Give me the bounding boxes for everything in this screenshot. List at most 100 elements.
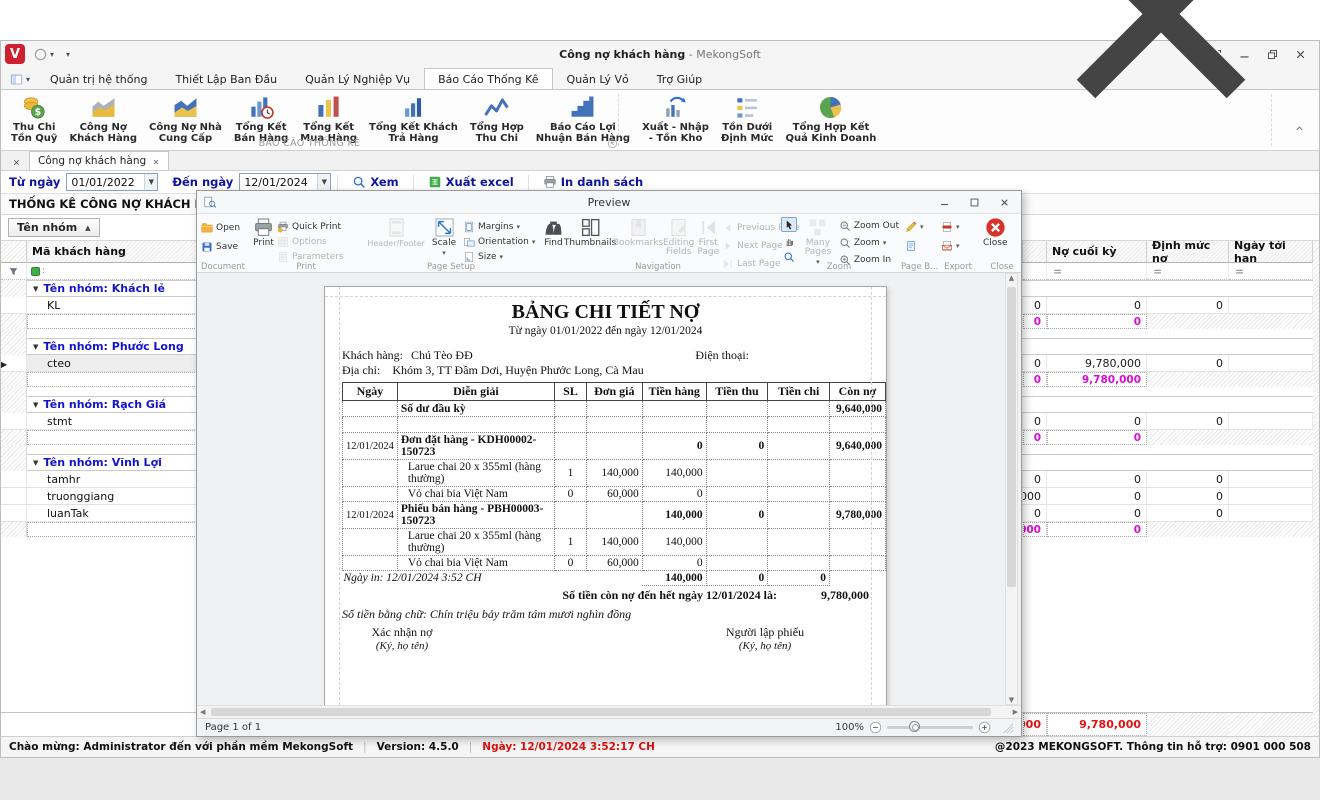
chevron-down-icon[interactable]: ▼	[317, 174, 330, 190]
column-header-ma-khach-hang[interactable]: Mã khách hàng	[27, 241, 197, 263]
zoom-out-button[interactable]	[869, 721, 882, 734]
editing-fields-button[interactable]: Editing Fields	[663, 217, 694, 257]
column-totals-row: Ngày in: 12/01/2024 3:52 CH140,00000	[343, 571, 886, 586]
ribbon-separator	[618, 94, 619, 146]
app-menu-button[interactable]: ▾	[1, 73, 36, 89]
first-page-button[interactable]: First Page	[697, 217, 719, 257]
orientation-icon	[463, 236, 475, 248]
bar-clock-icon	[248, 94, 275, 121]
view-button[interactable]: Xem	[344, 175, 406, 189]
column-header-dinh-muc-no[interactable]: Định mức nợ	[1147, 241, 1229, 263]
many-pages-button[interactable]: Many Pages▾	[800, 217, 836, 267]
email-icon	[941, 240, 953, 252]
chevron-down-icon[interactable]: ▾	[50, 50, 54, 59]
from-date-input[interactable]: 01/01/2022 ▼	[66, 173, 158, 191]
to-date-label: Đến ngày	[172, 175, 233, 189]
find-button[interactable]: Find	[543, 217, 564, 248]
pointer-icon	[783, 219, 795, 231]
page-color-button[interactable]	[905, 239, 924, 253]
close-all-tabs-button[interactable]	[7, 153, 25, 169]
customer-name: Chú Tèo ĐĐ	[411, 348, 473, 363]
svg-text:$: $	[34, 107, 40, 118]
preview-minimize-button[interactable]	[931, 193, 957, 211]
collapse-icon[interactable]: ▼	[33, 459, 38, 467]
export-document-button[interactable]: ▾	[941, 220, 960, 234]
close-icon	[12, 157, 21, 166]
chevron-down-icon[interactable]: ▼	[144, 174, 157, 190]
save-button[interactable]: Save	[201, 240, 240, 254]
collapse-icon[interactable]: ▼	[33, 285, 38, 293]
collapse-icon[interactable]: ▼	[33, 343, 38, 351]
dialog-launcher-icon[interactable]	[607, 138, 618, 149]
hand-tool-button[interactable]	[781, 233, 797, 248]
quick-access-toolbar[interactable]: ▾ ▾	[33, 47, 70, 62]
margins-button[interactable]: Margins▾	[463, 220, 535, 234]
column-header-no-cuoi-ky[interactable]: Nợ cuối kỳ	[1047, 241, 1147, 263]
options-button[interactable]: Options	[277, 235, 344, 249]
open-button[interactable]: Open	[201, 221, 240, 235]
ribbon-button-t-n-d-i-nh-m-c[interactable]: Tồn DướiĐịnh Mức	[715, 93, 780, 145]
quick-access-icon[interactable]	[33, 47, 48, 62]
grand-total-partial: 000	[1023, 713, 1047, 736]
tab-close-icon[interactable]	[152, 157, 160, 165]
filter-operator[interactable]: =	[1147, 263, 1229, 280]
page-icon	[905, 240, 917, 252]
report-table-header: NgàyDiễn giảiSLĐơn giáTiền hàngTiền thuT…	[343, 383, 886, 401]
preview-close-button[interactable]	[991, 193, 1017, 211]
send-email-button[interactable]: ▾	[941, 239, 960, 253]
filter-operator[interactable]: =	[1229, 263, 1313, 280]
preview-maximize-button[interactable]	[961, 193, 987, 211]
ribbon-tab-thiết-lập-ban-đầu[interactable]: Thiết Lập Ban Đầu	[161, 68, 291, 89]
quick-print-button[interactable]: Quick Print	[277, 220, 344, 234]
minimize-icon	[939, 197, 950, 208]
ribbon-tab-báo-cáo-thống-kê[interactable]: Báo Cáo Thống Kê	[424, 68, 552, 89]
scrollbar-thumb[interactable]	[1007, 287, 1016, 587]
scroll-up-icon[interactable]: ▲	[1009, 274, 1014, 282]
desktop-background	[0, 758, 1320, 800]
tab-cong-no-khach-hang[interactable]: Công nợ khách hàng	[29, 151, 169, 170]
column-header-ngay-toi-han[interactable]: Ngày tới hạn	[1229, 241, 1313, 263]
to-date-input[interactable]: 12/01/2024 ▼	[239, 173, 331, 191]
group-by-chip[interactable]: Tên nhóm▲	[8, 218, 100, 237]
ribbon-tab-quản-lý-nghiệp-vụ[interactable]: Quản Lý Nghiệp Vụ	[291, 68, 424, 89]
scroll-down-icon[interactable]: ▼	[1009, 696, 1014, 704]
zoom-slider-thumb[interactable]	[909, 721, 920, 732]
export-excel-button[interactable]: Xuất excel	[420, 175, 522, 189]
bookmarks-button[interactable]: Bookmarks	[616, 217, 660, 248]
filter-cell[interactable]: :	[27, 263, 197, 280]
header-footer-button[interactable]: Header/Footer	[367, 217, 425, 248]
preview-horizontal-scrollbar[interactable]: ◀ ▶	[197, 705, 1021, 718]
preview-vertical-scrollbar[interactable]: ▲ ▼	[1005, 273, 1018, 705]
thumbnails-button[interactable]: Thumbnails	[567, 217, 613, 248]
scroll-right-icon[interactable]: ▶	[1013, 708, 1018, 716]
debt-detail-table: NgàyDiễn giảiSLĐơn giáTiền hàngTiền thuT…	[342, 382, 886, 586]
collapse-icon[interactable]: ▼	[33, 401, 38, 409]
app-menu-icon	[9, 73, 24, 86]
ribbon-tab-quản-lý-vỏ[interactable]: Quản Lý Vỏ	[553, 68, 643, 89]
ribbon-button-t-ng-h-p-k-t-qu-kinh-doanh[interactable]: Tổng Hợp KếtQuả Kinh Doanh	[780, 93, 883, 145]
preview-body: BẢNG CHI TIẾT NỢ Từ ngày 01/01/2022 đến …	[197, 273, 1021, 705]
qat-customize-icon[interactable]: ▾	[66, 50, 70, 59]
scale-button[interactable]: Scale▾	[428, 217, 460, 258]
zoom-out-button[interactable]: Zoom Out	[839, 219, 899, 233]
watermark-button[interactable]: ▾	[905, 220, 924, 234]
print-list-button[interactable]: In danh sách	[535, 175, 651, 189]
zoom-slider[interactable]	[887, 726, 973, 729]
steps-icon	[569, 94, 596, 121]
scroll-left-icon[interactable]: ◀	[200, 708, 205, 716]
filter-operator[interactable]: =	[1047, 263, 1147, 280]
print-button[interactable]: Print	[253, 217, 274, 248]
ribbon-tab-quản-trị-hệ-thống[interactable]: Quản trị hệ thống	[36, 68, 161, 89]
app-logo: V	[5, 44, 25, 64]
ribbon-button-xu-t-nh-p-t-n-kho[interactable]: Xuất - Nhập- Tồn Kho	[636, 93, 715, 145]
ribbon-tab-trợ-giúp[interactable]: Trợ Giúp	[643, 68, 716, 89]
pointer-tool-button[interactable]	[781, 217, 797, 232]
close-preview-button[interactable]: Close	[983, 217, 1008, 248]
orientation-button[interactable]: Orientation▾	[463, 235, 535, 249]
zoom-in-button[interactable]	[978, 721, 991, 734]
zoom-button[interactable]: Zoom▾	[839, 236, 899, 250]
tabstrip-close-button[interactable]	[1011, 0, 1311, 167]
phone-label: Điện thoại:	[695, 348, 749, 363]
scrollbar-thumb[interactable]	[211, 708, 991, 716]
resize-grip[interactable]	[1002, 722, 1013, 733]
